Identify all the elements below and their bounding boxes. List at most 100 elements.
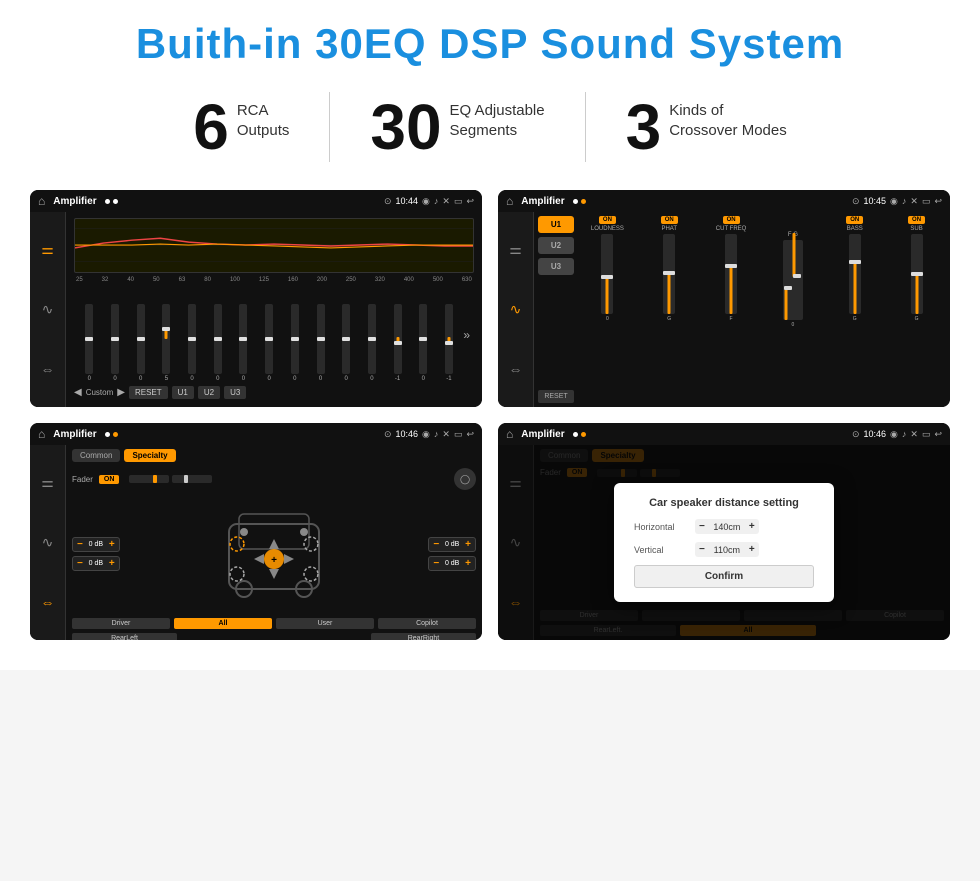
btn-user[interactable]: User <box>276 618 374 629</box>
dialog-horizontal-minus[interactable]: − <box>699 521 705 532</box>
eq-slider-13[interactable]: -1 <box>386 304 409 382</box>
eq-sidebar-arrows[interactable]: ⇔ <box>36 357 60 381</box>
cross-on-loudness[interactable]: ON <box>599 216 616 224</box>
dialog-vertical-minus[interactable]: − <box>699 544 705 555</box>
dialog-horizontal-label: Horizontal <box>634 522 689 532</box>
fader-person-icon[interactable]: ◯ <box>454 468 476 490</box>
cross-back-icon[interactable]: ↩ <box>934 196 942 207</box>
eq-slider-15[interactable]: -1 <box>438 304 461 382</box>
fader-sidebar-eq[interactable]: ⚌ <box>36 471 60 495</box>
cross-on-bass[interactable]: ON <box>846 216 863 224</box>
eq-u1-btn[interactable]: U1 <box>172 386 194 399</box>
btn-copilot[interactable]: Copilot <box>378 618 476 629</box>
db-plus-bl[interactable]: + <box>109 558 115 569</box>
cross-slider-loudness[interactable] <box>601 234 613 314</box>
dist-time: 10:46 <box>864 429 887 439</box>
eq-home-icon[interactable]: ⌂ <box>38 194 45 208</box>
cross-channel-cutfreq: ON CUT FREQ F <box>702 216 761 403</box>
eq-u2-btn[interactable]: U2 <box>198 386 220 399</box>
cross-channel-bass: ON BASS G <box>825 216 884 403</box>
eq-sidebar-eq[interactable]: ⚌ <box>36 238 60 262</box>
dist-home-icon[interactable]: ⌂ <box>506 427 513 441</box>
eq-back-icon[interactable]: ↩ <box>466 196 474 207</box>
stat-crossover: 3 Kinds of Crossover Modes <box>586 95 827 159</box>
db-minus-tl[interactable]: − <box>77 539 83 550</box>
eq-slider-6[interactable]: 0 <box>206 304 229 382</box>
screenshots-grid: ⌂ Amplifier ⊙ 10:44 ◉ ♪ ✕ ▭ ↩ <box>30 190 950 640</box>
btn-driver[interactable]: Driver <box>72 618 170 629</box>
btn-rearleft[interactable]: RearLeft <box>72 633 177 640</box>
eq-sidebar-wave[interactable]: ∿ <box>36 297 60 321</box>
cross-slider-cutfreq2[interactable] <box>783 240 803 320</box>
eq-prev-btn[interactable]: ◀ <box>74 387 82 398</box>
dist-back-icon[interactable]: ↩ <box>934 429 942 440</box>
cross-reset-btn[interactable]: RESET <box>538 390 574 403</box>
eq-u3-btn[interactable]: U3 <box>224 386 246 399</box>
fader-home-icon[interactable]: ⌂ <box>38 427 45 441</box>
cross-slider-cutfreq[interactable] <box>725 234 737 314</box>
dialog-horizontal-plus[interactable]: + <box>749 521 755 532</box>
fader-h-track-2[interactable] <box>172 475 212 483</box>
eq-close-icon[interactable]: ✕ <box>442 196 450 207</box>
cross-sidebar-eq[interactable]: ⚌ <box>504 238 528 262</box>
cross-sidebar-wave[interactable]: ∿ <box>504 297 528 321</box>
fader-right-controls: − 0 dB + − 0 dB + <box>428 494 476 614</box>
dist-close-icon[interactable]: ✕ <box>910 429 918 440</box>
eq-camera-icon: ◉ <box>422 196 430 207</box>
db-minus-bl[interactable]: − <box>77 558 83 569</box>
eq-slider-12[interactable]: 0 <box>361 304 384 382</box>
cross-slider-bass[interactable] <box>849 234 861 314</box>
fader-screen-title: Amplifier <box>53 429 96 440</box>
cross-home-icon[interactable]: ⌂ <box>506 194 513 208</box>
fader-control-row: Fader ON ◯ <box>72 468 476 490</box>
eq-slider-10[interactable]: 0 <box>309 304 332 382</box>
cross-window-icon: ▭ <box>922 196 931 207</box>
db-plus-tr[interactable]: + <box>465 539 471 550</box>
cross-slider-phat[interactable] <box>663 234 675 314</box>
fader-screen-body: ⚌ ∿ ⇔ Common Specialty Fader ON <box>30 445 482 640</box>
stat-number-3: 3 <box>626 95 662 159</box>
dialog-horizontal-row: Horizontal − 140cm + <box>634 519 814 534</box>
cross-sidebar-arrows[interactable]: ⇔ <box>504 357 528 381</box>
fader-close-icon[interactable]: ✕ <box>442 429 450 440</box>
cross-close-icon[interactable]: ✕ <box>910 196 918 207</box>
btn-all[interactable]: All <box>174 618 272 629</box>
cross-on-phat[interactable]: ON <box>661 216 678 224</box>
cross-u2-btn[interactable]: U2 <box>538 237 574 254</box>
eq-slider-3[interactable]: 0 <box>129 304 152 382</box>
fader-h-track-1[interactable] <box>129 475 169 483</box>
tab-common[interactable]: Common <box>72 449 120 462</box>
stat-text-crossover: Kinds of Crossover Modes <box>669 95 787 140</box>
eq-slider-8[interactable]: 0 <box>258 304 281 382</box>
cross-on-cutfreq[interactable]: ON <box>723 216 740 224</box>
eq-slider-2[interactable]: 0 <box>104 304 127 382</box>
eq-slider-4[interactable]: 5 <box>155 304 178 382</box>
eq-slider-9[interactable]: 0 <box>284 304 307 382</box>
db-minus-br[interactable]: − <box>433 558 439 569</box>
eq-slider-11[interactable]: 0 <box>335 304 358 382</box>
db-plus-tl[interactable]: + <box>109 539 115 550</box>
dialog-vertical-plus[interactable]: + <box>749 544 755 555</box>
eq-reset-btn[interactable]: RESET <box>129 386 168 399</box>
dist-dot-2 <box>581 432 586 437</box>
eq-next-btn[interactable]: ▶ <box>117 387 125 398</box>
cross-u3-btn[interactable]: U3 <box>538 258 574 275</box>
eq-slider-14[interactable]: 0 <box>412 304 435 382</box>
cross-slider-sub[interactable] <box>911 234 923 314</box>
cross-on-sub[interactable]: ON <box>908 216 925 224</box>
stat-rca: 6 RCA Outputs <box>153 95 329 159</box>
confirm-button[interactable]: Confirm <box>634 565 814 588</box>
eq-slider-5[interactable]: 0 <box>181 304 204 382</box>
fader-back-icon[interactable]: ↩ <box>466 429 474 440</box>
db-minus-tr[interactable]: − <box>433 539 439 550</box>
fader-sidebar-arrows[interactable]: ⇔ <box>36 590 60 614</box>
cross-u1-btn[interactable]: U1 <box>538 216 574 233</box>
eq-slider-1[interactable]: 0 <box>78 304 101 382</box>
eq-slider-7[interactable]: 0 <box>232 304 255 382</box>
eq-expand-icon[interactable]: » <box>463 328 470 342</box>
btn-rearright[interactable]: RearRight <box>371 633 476 640</box>
fader-on-btn[interactable]: ON <box>99 475 120 484</box>
db-plus-br[interactable]: + <box>465 558 471 569</box>
fader-sidebar-wave[interactable]: ∿ <box>36 530 60 554</box>
tab-specialty[interactable]: Specialty <box>124 449 175 462</box>
